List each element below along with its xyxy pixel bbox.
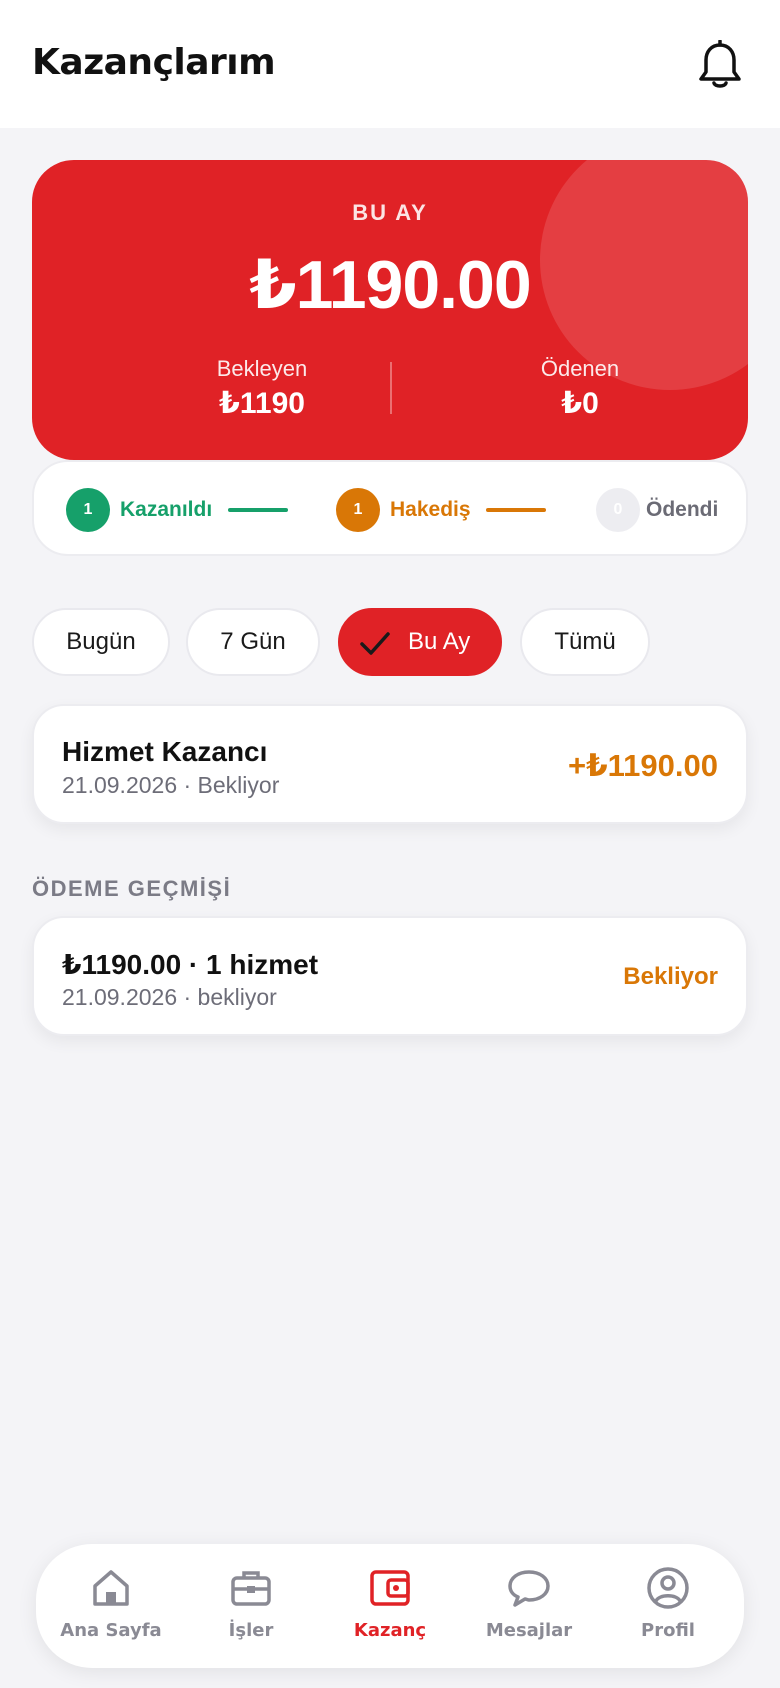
paid-label: Ödenen: [540, 356, 620, 381]
earning-amount: +₺1190.00: [567, 748, 718, 783]
profile-icon: [647, 1567, 689, 1609]
earning-item-card[interactable]: Hizmet Kazancı 21.09.2026 · Bekliyor +₺1…: [32, 704, 748, 824]
wallet-icon: [370, 1570, 410, 1606]
filter-today[interactable]: Bugün: [32, 608, 170, 676]
filter-this-month[interactable]: Bu Ay: [338, 608, 502, 676]
nav-messages[interactable]: Mesajlar: [460, 1564, 598, 1654]
nav-jobs-label: İşler: [228, 1620, 274, 1641]
step-connector-1: [228, 508, 288, 512]
bottom-nav: Ana Sayfa İşler Kazanç Mesajlar Profil: [36, 1544, 744, 1668]
bell-icon[interactable]: [696, 40, 744, 90]
home-icon: [93, 1570, 129, 1606]
total-amount: ₺1190.00: [249, 247, 531, 323]
status-steps: 1 Kazanıldı 1 Hakediş 0 Ödendi: [32, 460, 748, 556]
pending-label: Bekleyen: [216, 356, 308, 381]
nav-messages-label: Mesajlar: [485, 1620, 573, 1641]
payment-history-title: ÖDEME GEÇMİŞİ: [32, 876, 232, 901]
payment-title: ₺1190.00 · 1 hizmet: [62, 949, 319, 980]
nav-home-label: Ana Sayfa: [60, 1620, 162, 1641]
step-progress-count: 1: [336, 488, 380, 532]
page-title: Kazançlarım: [32, 42, 276, 83]
summary-divider: [390, 362, 392, 414]
payment-status: Bekliyor: [623, 963, 718, 990]
step-earned-label: Kazanıldı: [120, 498, 213, 521]
earning-subtitle: 21.09.2026 · Bekliyor: [62, 772, 280, 798]
step-paid-count: 0: [596, 488, 640, 532]
pending-value: ₺1190: [219, 387, 305, 420]
nav-profile[interactable]: Profil: [599, 1564, 737, 1654]
payment-subtitle: 21.09.2026 · bekliyor: [62, 984, 277, 1010]
filter-7-days[interactable]: 7 Gün: [186, 608, 320, 676]
filter-all[interactable]: Tümü: [520, 608, 650, 676]
nav-profile-label: Profil: [641, 1620, 695, 1641]
nav-jobs[interactable]: İşler: [182, 1564, 320, 1654]
payment-history-item[interactable]: ₺1190.00 · 1 hizmet 21.09.2026 · bekliyo…: [32, 916, 748, 1036]
earning-title: Hizmet Kazancı: [62, 736, 268, 767]
filter-this-month-label: Bu Ay: [408, 628, 471, 655]
nav-earnings-label: Kazanç: [353, 1620, 427, 1641]
paid-summary: Ödenen ₺0: [450, 356, 710, 421]
pending-summary: Bekleyen ₺1190: [132, 356, 392, 421]
period-label: BU AY: [352, 200, 428, 225]
nav-home[interactable]: Ana Sayfa: [42, 1564, 180, 1654]
app-header: Kazançlarım: [0, 0, 780, 128]
check-icon: [360, 632, 390, 655]
nav-earnings[interactable]: Kazanç: [321, 1564, 459, 1654]
chat-icon: [508, 1570, 550, 1607]
step-paid-label: Ödendi: [646, 498, 719, 521]
paid-value: ₺0: [561, 387, 599, 420]
earnings-summary-card: BU AY ₺1190.00 Bekleyen ₺1190 Ödenen ₺0: [32, 160, 748, 460]
step-connector-2: [486, 508, 546, 512]
briefcase-icon: [231, 1571, 271, 1606]
step-progress-label: Hakediş: [390, 498, 471, 521]
step-earned-count: 1: [66, 488, 110, 532]
